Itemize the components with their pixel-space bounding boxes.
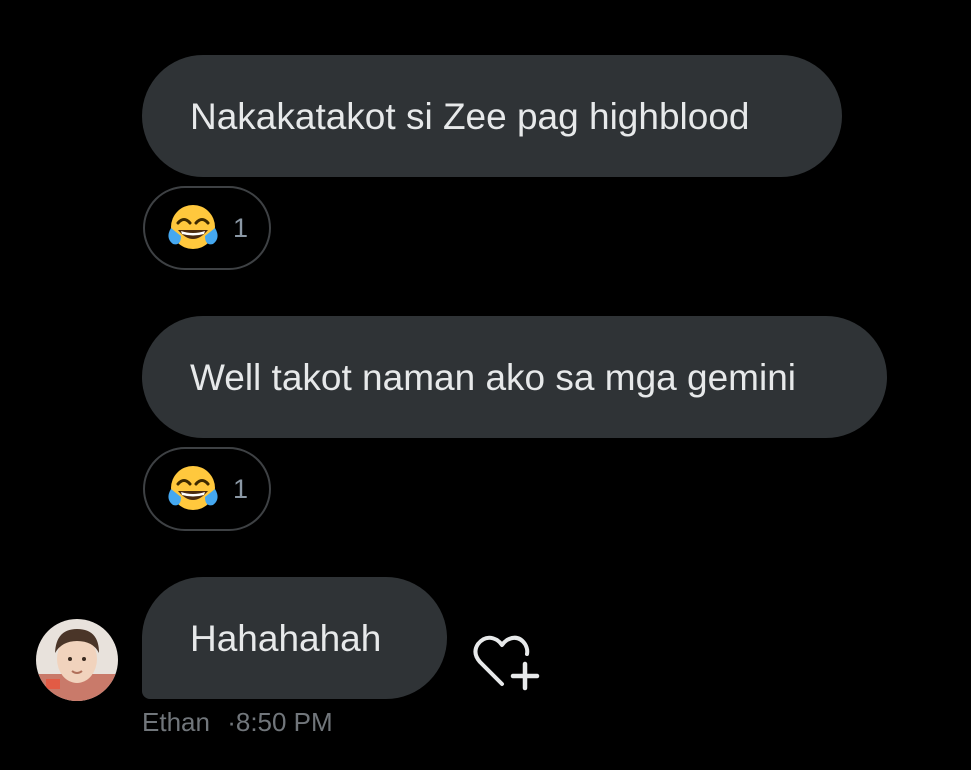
- message-text: Nakakatakot si Zee pag highblood: [190, 95, 750, 137]
- message-text: Well takot naman ako sa mga gemini: [190, 356, 797, 398]
- message-bubble[interactable]: Well takot naman ako sa mga gemini: [142, 316, 887, 438]
- reaction-pill[interactable]: 1: [143, 186, 271, 270]
- heart-plus-icon[interactable]: [472, 632, 542, 694]
- reaction-count: 1: [233, 473, 249, 504]
- message-text: Hahahahah: [190, 617, 382, 659]
- reaction-count: 1: [233, 212, 249, 243]
- face-with-tears-of-joy-icon: [165, 202, 221, 254]
- message-bubble[interactable]: Nakakatakot si Zee pag highblood: [142, 55, 842, 177]
- reaction-pill[interactable]: 1: [143, 447, 271, 531]
- sender-name: Ethan: [142, 707, 210, 737]
- avatar[interactable]: [36, 619, 118, 701]
- meta-separator: ·: [227, 707, 236, 737]
- message-meta: Ethan ·8:50 PM: [142, 707, 333, 738]
- message-bubble[interactable]: Hahahahah: [142, 577, 447, 699]
- face-with-tears-of-joy-icon: [165, 463, 221, 515]
- timestamp: 8:50 PM: [235, 707, 333, 737]
